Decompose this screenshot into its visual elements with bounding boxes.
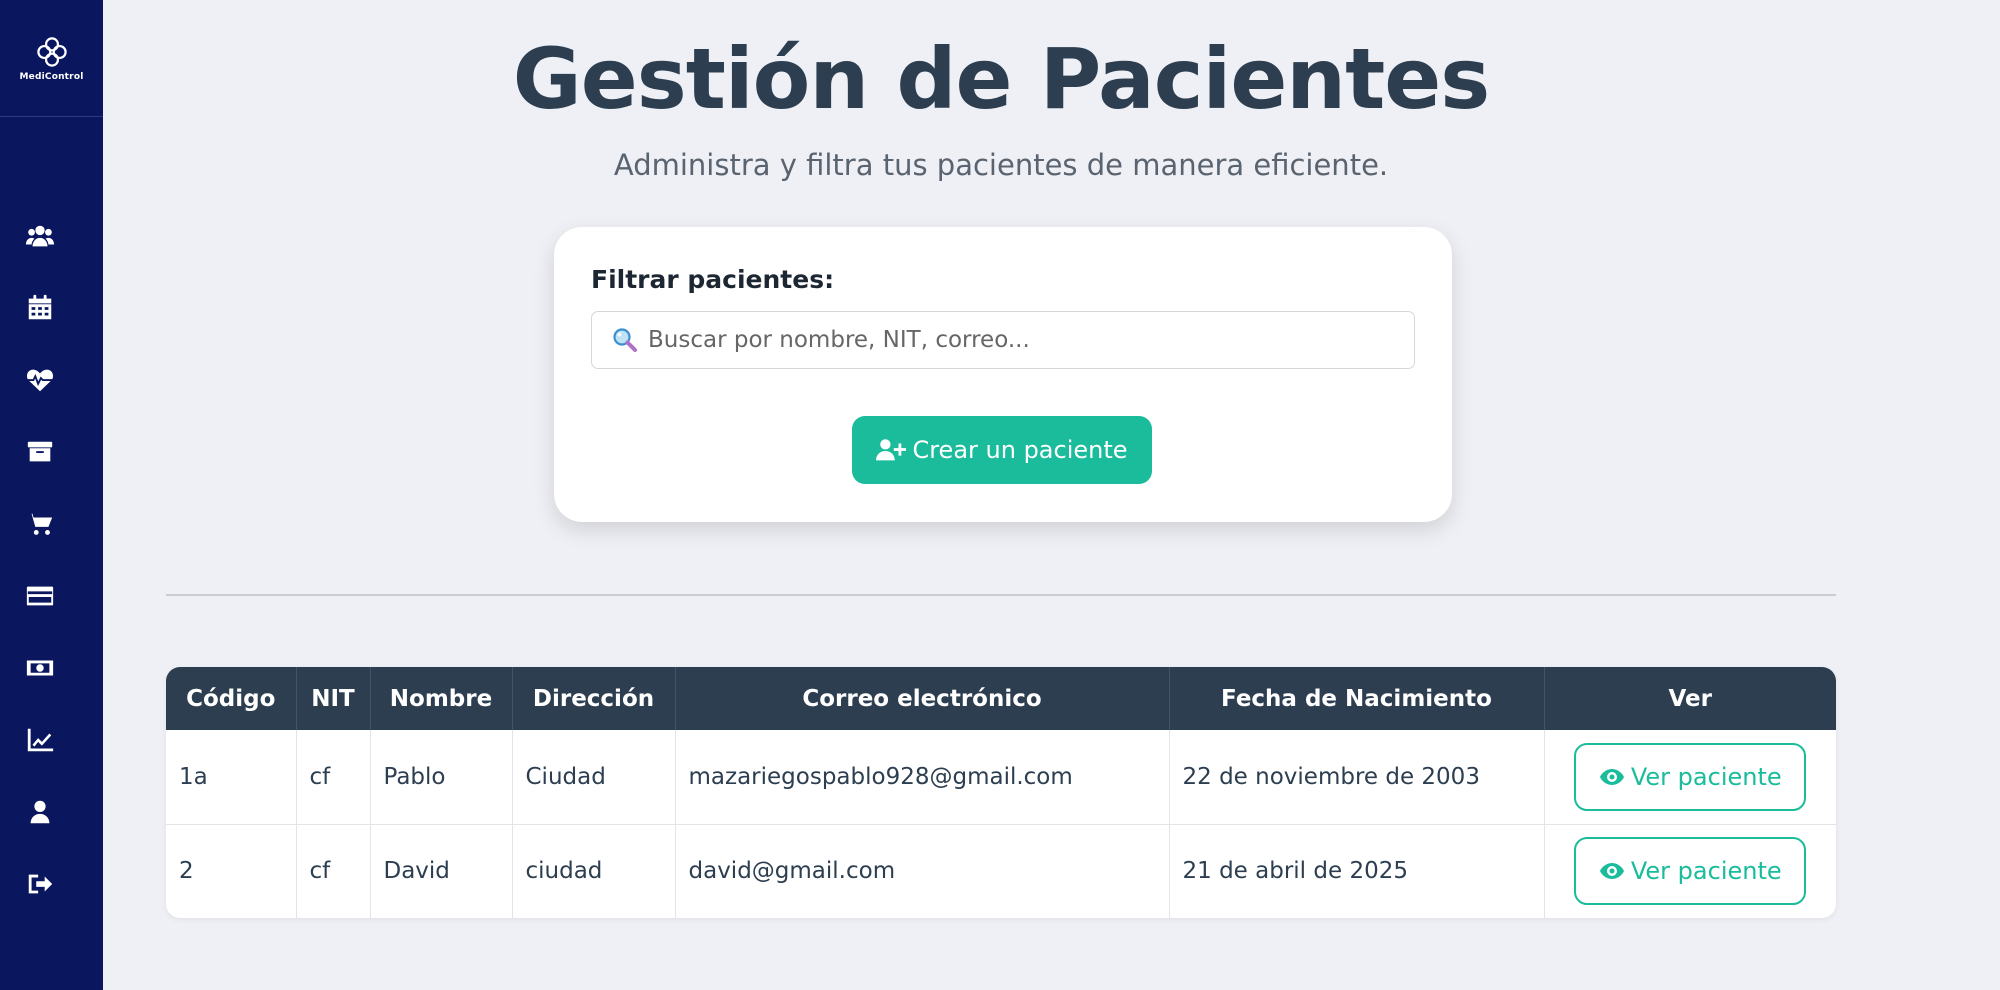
sidebar-item-archive[interactable] — [0, 416, 80, 488]
cell-correo: mazariegospablo928@gmail.com — [675, 730, 1170, 825]
sidebar-item-finance[interactable] — [0, 632, 80, 704]
cell-fecha: 21 de abril de 2025 — [1169, 824, 1545, 918]
column-header-fecha: Fecha de Nacimiento — [1169, 667, 1545, 730]
sidebar-item-patients[interactable] — [0, 200, 80, 272]
cell-codigo: 2 — [166, 824, 297, 918]
eye-icon — [1599, 768, 1624, 785]
cell-direccion: ciudad — [512, 824, 676, 918]
credit-card-icon — [26, 586, 54, 606]
create-patient-label: Crear un paciente — [912, 436, 1128, 464]
sidebar-item-cart[interactable] — [0, 488, 80, 560]
cell-nombre: Pablo — [370, 730, 513, 825]
cell-direccion: Ciudad — [512, 730, 676, 825]
sidebar: MediControl — [0, 0, 103, 990]
filter-card: Filtrar pacientes: Crear un paciente — [554, 227, 1452, 522]
divider — [166, 594, 1836, 596]
table-row: 1a cf Pablo Ciudad mazariegospablo928@gm… — [166, 730, 1836, 825]
column-header-ver: Ver — [1544, 667, 1836, 730]
chart-line-icon — [27, 728, 54, 752]
calendar-icon — [28, 294, 52, 320]
search-box[interactable] — [591, 311, 1415, 369]
patients-table: Código NIT Nombre Dirección Correo elect… — [166, 667, 1836, 918]
column-header-direccion: Dirección — [512, 667, 676, 730]
cell-correo: david@gmail.com — [675, 824, 1170, 918]
sidebar-item-logout[interactable] — [0, 848, 80, 920]
cart-icon — [26, 513, 53, 535]
sidebar-item-reports[interactable] — [0, 704, 80, 776]
view-patient-button[interactable]: Ver paciente — [1574, 837, 1807, 906]
user-icon — [30, 800, 50, 824]
logo-icon — [36, 36, 67, 67]
heartbeat-icon — [26, 369, 54, 392]
logout-icon — [28, 874, 53, 894]
create-patient-button[interactable]: Crear un paciente — [852, 416, 1152, 484]
cell-fecha: 22 de noviembre de 2003 — [1169, 730, 1545, 825]
page-subtitle: Administra y filtra tus pacientes de man… — [613, 148, 1389, 182]
eye-icon — [1599, 863, 1624, 880]
filter-label: Filtrar pacientes: — [591, 265, 835, 294]
money-icon — [26, 660, 54, 676]
sidebar-item-calendar[interactable] — [0, 272, 80, 344]
cell-codigo: 1a — [166, 730, 297, 825]
main-content: Gestión de Pacientes Administra y filtra… — [103, 0, 2000, 990]
page-title: Gestión de Pacientes — [512, 30, 1490, 128]
view-patient-button[interactable]: Ver paciente — [1574, 742, 1807, 811]
sidebar-item-profile[interactable] — [0, 776, 80, 848]
view-patient-label: Ver paciente — [1630, 762, 1782, 791]
sidebar-item-payments[interactable] — [0, 560, 80, 632]
cell-nombre: David — [370, 824, 513, 918]
archive-icon — [27, 441, 53, 462]
table-header-row: Código NIT Nombre Dirección Correo elect… — [166, 667, 1836, 730]
cell-nit: cf — [296, 824, 371, 918]
column-header-nombre: Nombre — [370, 667, 513, 730]
user-plus-icon — [876, 439, 907, 461]
table-row: 2 cf David ciudad david@gmail.com 21 de … — [166, 824, 1836, 918]
sidebar-nav — [0, 200, 103, 920]
users-icon — [25, 225, 55, 247]
cell-action: Ver paciente — [1544, 730, 1836, 825]
search-icon — [613, 328, 637, 352]
logo-text: MediControl — [19, 71, 84, 82]
cell-nit: cf — [296, 730, 371, 825]
column-header-nit: NIT — [296, 667, 371, 730]
column-header-correo: Correo electrónico — [675, 667, 1170, 730]
column-header-codigo: Código — [166, 667, 297, 730]
logo[interactable]: MediControl — [0, 0, 103, 117]
sidebar-item-health[interactable] — [0, 344, 80, 416]
search-input[interactable] — [648, 327, 1388, 353]
cell-action: Ver paciente — [1544, 824, 1836, 918]
view-patient-label: Ver paciente — [1630, 857, 1782, 886]
